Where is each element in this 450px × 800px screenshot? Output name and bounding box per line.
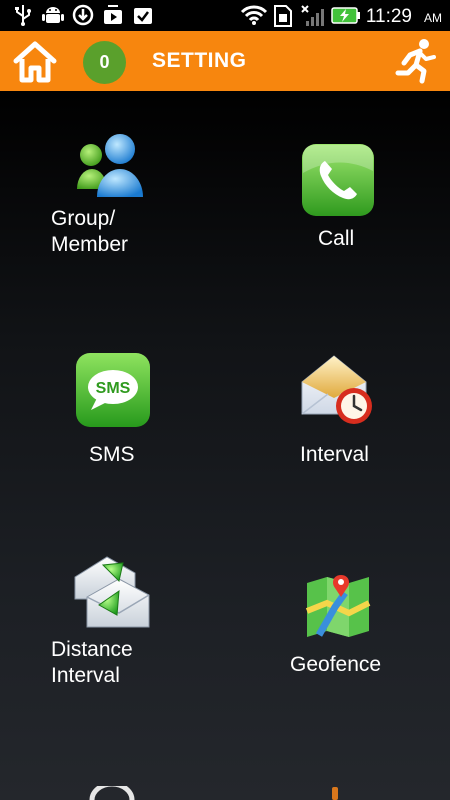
android-debug-icon: [42, 7, 64, 23]
clock-ampm: AM: [424, 11, 442, 25]
signal-icon: [301, 5, 324, 26]
check-clipboard-icon: [134, 8, 152, 24]
wifi-icon: [240, 5, 268, 25]
call-button[interactable]: Call: [262, 136, 412, 266]
svg-text:SMS: SMS: [96, 380, 131, 397]
home-icon[interactable]: [12, 39, 58, 85]
distance-interval-label: Distance Interval: [51, 638, 133, 687]
interval-button[interactable]: Interval: [278, 346, 398, 471]
battery-charging-icon: [331, 7, 360, 24]
clock-time: 11:29: [365, 6, 412, 27]
next-row-left-icon-partial: [89, 786, 135, 800]
envelopes-arrows-icon: [74, 556, 150, 628]
call-label: Call: [318, 227, 355, 250]
status-bar: 11:29 AM: [0, 0, 450, 31]
running-man-icon[interactable]: [390, 37, 438, 85]
count-badge: 0: [83, 41, 126, 84]
sms-bubble-icon: SMS: [76, 353, 150, 427]
group-member-button[interactable]: Group/ Member: [40, 126, 200, 276]
sms-button[interactable]: SMS SMS: [60, 346, 170, 471]
interval-label: Interval: [300, 443, 369, 466]
media-icon: [104, 5, 122, 24]
settings-menu: Group/ Member Call SMS SMS Interval Dist…: [0, 91, 450, 800]
map-pin-icon: [305, 575, 371, 637]
group-member-label: Group/ Member: [51, 207, 129, 256]
sms-label: SMS: [89, 443, 135, 466]
next-row-right-icon-partial: [332, 787, 338, 800]
usb-icon: [15, 5, 31, 26]
page-title: SETTING: [152, 49, 247, 72]
phone-icon: [302, 144, 374, 216]
sim-card-icon: [274, 5, 292, 27]
download-icon: [72, 4, 94, 26]
distance-interval-button[interactable]: Distance Interval: [40, 549, 200, 699]
envelope-clock-icon: [301, 355, 372, 424]
app-bar: 0 SETTING: [0, 31, 450, 91]
group-people-icon: [77, 134, 143, 197]
geofence-label: Geofence: [290, 653, 382, 676]
geofence-button[interactable]: Geofence: [280, 561, 405, 686]
